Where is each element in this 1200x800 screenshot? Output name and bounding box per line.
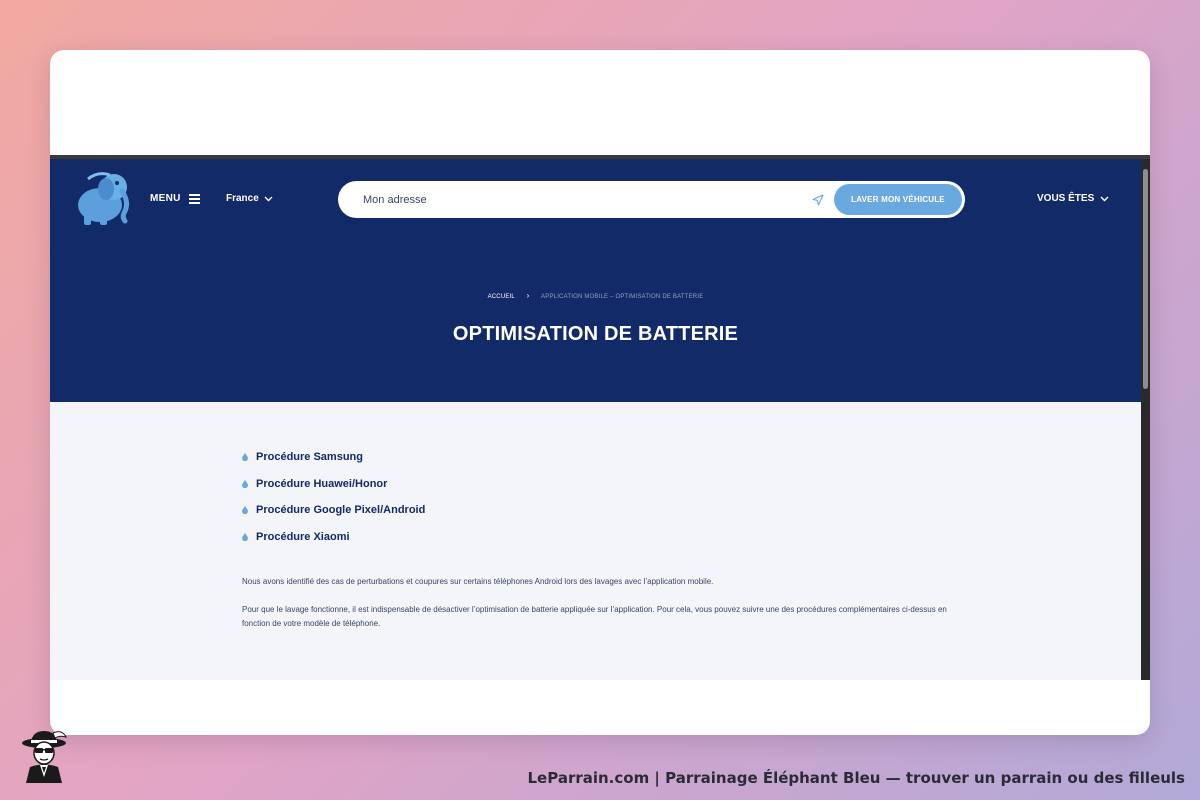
procedure-link-google-pixel-android[interactable]: Procédure Google Pixel/Android <box>242 497 425 524</box>
droplet-bullet-icon <box>242 506 248 515</box>
page-title: OPTIMISATION DE BATTERIE <box>452 323 739 345</box>
country-selector[interactable]: France <box>226 193 273 204</box>
menu-label: MENU <box>150 193 181 204</box>
breadcrumb-home-link[interactable]: ACCUEIL <box>488 294 515 300</box>
footer-caption: LeParrain.com | Parrainage Éléphant Bleu… <box>527 769 1186 787</box>
procedure-label: Procédure Samsung <box>256 451 363 464</box>
droplet-bullet-icon <box>242 532 248 541</box>
intro-paragraph: Nous avons identifié des cas de perturba… <box>242 577 714 586</box>
elephant-logo-icon[interactable] <box>70 169 134 227</box>
instruction-paragraph: Pour que le lavage fonctionne, il est in… <box>242 605 947 628</box>
procedure-link-samsung[interactable]: Procédure Samsung <box>242 444 425 471</box>
procedure-label: Procédure Xiaomi <box>256 530 350 543</box>
droplet-bullet-icon <box>242 479 248 488</box>
vous-etes-dropdown[interactable]: VOUS ÊTES <box>1037 193 1109 204</box>
scrollbar-thumb[interactable] <box>1143 169 1148 389</box>
menu-button[interactable]: MENU <box>150 193 200 204</box>
droplet-bullet-icon <box>242 453 248 462</box>
procedure-label: Procédure Google Pixel/Android <box>256 504 426 517</box>
country-label: France <box>226 193 259 204</box>
vous-etes-label: VOUS ÊTES <box>1037 193 1095 204</box>
procedure-link-huawei-honor[interactable]: Procédure Huawei/Honor <box>242 471 425 498</box>
hamburger-icon <box>188 194 200 204</box>
scrollbar[interactable] <box>1141 159 1150 680</box>
location-arrow-icon[interactable] <box>812 194 824 206</box>
site-header-hero: MENU France LAVER MON VÉHICULE VOUS <box>50 159 1141 402</box>
chevron-down-icon <box>264 196 273 201</box>
breadcrumb: ACCUEIL › APPLICATION MOBILE – OPTIMISAT… <box>50 291 1141 300</box>
procedure-link-xiaomi[interactable]: Procédure Xiaomi <box>242 524 425 551</box>
wash-vehicle-button[interactable]: LAVER MON VÉHICULE <box>834 184 962 215</box>
address-input[interactable] <box>363 193 783 206</box>
chevron-down-icon <box>1100 196 1109 201</box>
address-search-bar: LAVER MON VÉHICULE <box>338 181 965 218</box>
main-content: Procédure Samsung Procédure Huawei/Honor… <box>50 402 1141 680</box>
breadcrumb-separator-icon: › <box>526 291 530 300</box>
procedure-list: Procédure Samsung Procédure Huawei/Honor… <box>242 444 425 550</box>
procedure-label: Procédure Huawei/Honor <box>256 477 388 490</box>
screenshot-card: MENU France LAVER MON VÉHICULE VOUS <box>50 50 1150 735</box>
breadcrumb-current: APPLICATION MOBILE – OPTIMISATION DE BAT… <box>541 294 704 300</box>
browser-viewport: MENU France LAVER MON VÉHICULE VOUS <box>50 155 1150 680</box>
godfather-logo-icon <box>22 731 67 783</box>
